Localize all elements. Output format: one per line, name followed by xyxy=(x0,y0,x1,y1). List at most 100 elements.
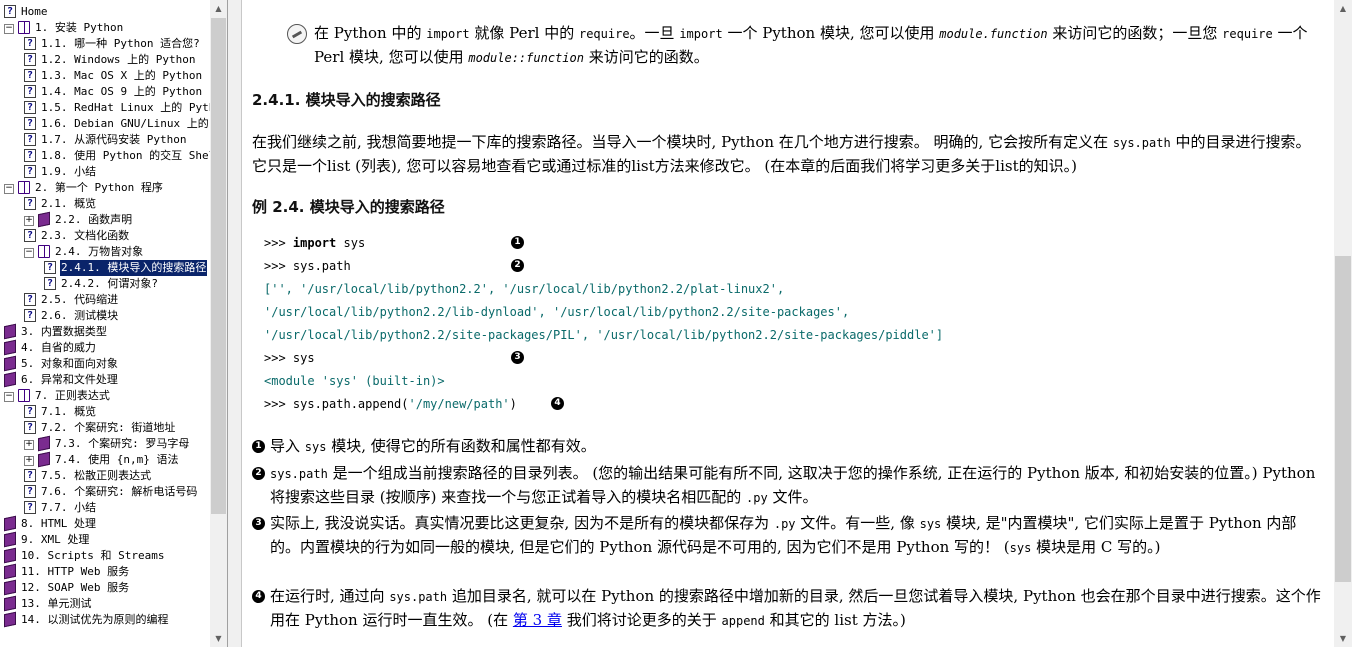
callout-number-3: 3 xyxy=(252,517,265,530)
toc-item-label: 1.4. Mac OS 9 上的 Python xyxy=(41,85,203,98)
toc-item[interactable]: 7.6. 个案研究: 解析电话号码 xyxy=(0,484,210,500)
toc-item[interactable]: 1.6. Debian GNU/Linux 上的 P xyxy=(0,116,222,132)
toc-item[interactable]: 14. 以测试优先为原则的编程 xyxy=(0,611,210,628)
toc-item[interactable]: 6. 异常和文件处理 xyxy=(0,371,210,388)
help-page-icon xyxy=(24,292,36,308)
toc-item[interactable]: +2.2. 函数声明 xyxy=(0,211,210,228)
content-scroll-thumb[interactable] xyxy=(1335,256,1351,582)
tree-scrollbar[interactable]: ▲ ▼ xyxy=(210,0,227,647)
toc-item[interactable]: 1.2. Windows 上的 Python xyxy=(0,52,210,68)
help-page-icon xyxy=(24,404,36,420)
callout-number-2: 2 xyxy=(252,467,265,480)
toc-item-label: 2.4.1. 模块导入的搜索路径 xyxy=(60,260,208,276)
content-scrollbar[interactable]: ▲ ▼ xyxy=(1334,0,1352,647)
toc-item[interactable]: 12. SOAP Web 服务 xyxy=(0,579,210,596)
help-page-icon xyxy=(24,116,36,132)
toc-item-label: 7.2. 个案研究: 街道地址 xyxy=(41,421,176,434)
toc-item[interactable]: 1.5. RedHat Linux 上的 Pytho xyxy=(0,100,222,116)
book-closed-icon xyxy=(4,579,16,596)
toc-item[interactable]: − 2. 第一个 Python 程序 xyxy=(0,180,210,196)
help-page-icon xyxy=(24,164,36,180)
scroll-up-arrow-icon[interactable]: ▲ xyxy=(1334,0,1352,17)
toc-item[interactable]: 2.6. 测试模块 xyxy=(0,308,210,324)
scroll-down-arrow-icon[interactable]: ▼ xyxy=(210,630,227,647)
expand-icon[interactable]: + xyxy=(24,456,34,466)
book-closed-icon xyxy=(4,515,16,532)
expand-icon[interactable]: + xyxy=(24,216,34,226)
help-page-icon xyxy=(24,148,36,164)
callout-item-3: 3 实际上, 我没说实话。真实情况要比这更复杂, 因为不是所有的模块都保存为 .p… xyxy=(252,512,1322,560)
chapter-3-link[interactable]: 第 3 章 xyxy=(513,611,562,629)
toc-item[interactable]: 2.3. 文档化函数 xyxy=(0,228,210,244)
toc-item[interactable]: 2.1. 概览 xyxy=(0,196,210,212)
toc-item-label: 6. 异常和文件处理 xyxy=(21,373,118,386)
callout-marker-2[interactable]: 2 xyxy=(511,259,524,272)
toc-item-label: 4. 自省的威力 xyxy=(21,341,96,354)
scroll-down-arrow-icon[interactable]: ▼ xyxy=(1334,630,1352,647)
book-closed-icon xyxy=(4,547,16,564)
toc-item[interactable]: 9. XML 处理 xyxy=(0,531,210,548)
toc-item[interactable]: 2.5. 代码缩进 xyxy=(0,292,210,308)
code-output: ['', '/usr/local/lib/python2.2', '/usr/l… xyxy=(264,282,785,296)
toc-item[interactable]: 5. 对象和面向对象 xyxy=(0,355,210,372)
expand-icon[interactable]: + xyxy=(24,440,34,450)
toc-item[interactable]: 1.9. 小结 xyxy=(0,164,210,180)
toc-item-label: 1. 安装 Python xyxy=(35,21,124,34)
callout-marker-4[interactable]: 4 xyxy=(551,397,564,410)
toc-item[interactable]: 1.4. Mac OS 9 上的 Python xyxy=(0,84,210,100)
toc-item[interactable]: − 2.4. 万物皆对象 xyxy=(0,244,210,260)
toc-item[interactable]: − 1. 安装 Python xyxy=(0,20,210,36)
toc-item[interactable]: +7.3. 个案研究: 罗马字母 xyxy=(0,435,210,452)
book-closed-icon xyxy=(4,323,16,340)
help-page-icon xyxy=(4,4,16,20)
code-line: >>> import sys 1 xyxy=(264,232,1064,255)
toc-item[interactable]: 1.8. 使用 Python 的交互 Shel xyxy=(0,148,215,164)
toc-item[interactable]: 3. 内置数据类型 xyxy=(0,323,210,340)
help-page-icon xyxy=(24,68,36,84)
book-closed-icon xyxy=(4,563,16,580)
toc-item[interactable]: 1.3. Mac OS X 上的 Python xyxy=(0,68,210,84)
toc-item-label: 7.3. 个案研究: 罗马字母 xyxy=(55,437,190,450)
toc-item[interactable]: 10. Scripts 和 Streams xyxy=(0,547,210,564)
code-line: >>> sys.path 2 xyxy=(264,255,1064,278)
toc-item[interactable]: 7.1. 概览 xyxy=(0,404,210,420)
toc-item[interactable]: 11. HTTP Web 服务 xyxy=(0,563,210,580)
collapse-icon[interactable]: − xyxy=(4,184,14,194)
help-page-icon xyxy=(24,308,36,324)
toc-item[interactable]: 1.7. 从源代码安装 Python xyxy=(0,132,210,148)
note-icon xyxy=(287,24,307,44)
toc-item[interactable]: +7.4. 使用 {n,m} 语法 xyxy=(0,451,210,468)
callout-marker-3[interactable]: 3 xyxy=(511,351,524,364)
collapse-icon[interactable]: − xyxy=(24,248,34,258)
intro-paragraph: 在我们继续之前, 我想简要地提一下库的搜索路径。当导入一个模块时, Python… xyxy=(252,133,1311,175)
book-closed-icon xyxy=(4,611,16,628)
toc-item[interactable]: 8. HTML 处理 xyxy=(0,515,210,532)
toc-item[interactable]: 1.1. 哪一种 Python 适合您? xyxy=(0,36,210,52)
tree-scroll-thumb[interactable] xyxy=(211,18,226,514)
code-output: '/usr/local/lib/python2.2/site-packages/… xyxy=(264,328,944,342)
toc-item[interactable]: 7.7. 小结 xyxy=(0,500,210,516)
toc-item-label: Home xyxy=(21,5,48,18)
code-line: >>> sys.path.append('/my/new/path') 4 xyxy=(264,393,1064,416)
toc-item[interactable]: 13. 单元测试 xyxy=(0,595,210,612)
toc-item[interactable]: Home xyxy=(0,4,210,20)
book-open-icon xyxy=(18,181,30,194)
callout-marker-1[interactable]: 1 xyxy=(511,236,524,249)
toc-item-label: 1.9. 小结 xyxy=(41,165,97,178)
pane-splitter[interactable] xyxy=(228,0,242,647)
toc-item-label: 1.6. Debian GNU/Linux 上的 P xyxy=(41,117,222,130)
toc-item[interactable]: 7.5. 松散正则表达式 xyxy=(0,468,210,484)
toc-item[interactable]: − 7. 正则表达式 xyxy=(0,388,210,404)
collapse-icon[interactable]: − xyxy=(4,24,14,34)
toc-item[interactable]: 2.4.2. 何谓对象? xyxy=(0,276,210,292)
callout-item-2: 2 sys.path 是一个组成当前搜索路径的目录列表。 (您的输出结果可能有所不… xyxy=(252,462,1322,510)
scroll-up-arrow-icon[interactable]: ▲ xyxy=(210,0,227,17)
toc-item-label: 7. 正则表达式 xyxy=(35,389,110,402)
toc-item[interactable]: 4. 自省的威力 xyxy=(0,339,210,356)
collapse-icon[interactable]: − xyxy=(4,392,14,402)
toc-item[interactable]: 2.4.1. 模块导入的搜索路径 xyxy=(0,260,210,276)
toc-item-label: 7.6. 个案研究: 解析电话号码 xyxy=(41,485,198,498)
help-page-icon xyxy=(24,484,36,500)
toc-item[interactable]: 7.2. 个案研究: 街道地址 xyxy=(0,420,210,436)
callout-number-4: 4 xyxy=(252,590,265,603)
